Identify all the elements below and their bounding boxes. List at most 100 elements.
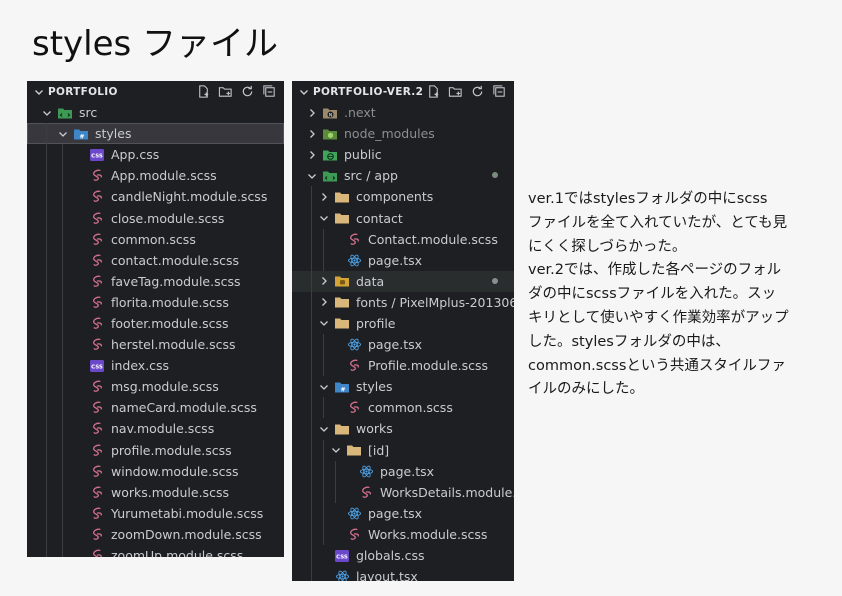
new-file-icon[interactable] xyxy=(196,84,211,99)
file-row[interactable]: nav.module.scss xyxy=(27,418,284,440)
file-row[interactable]: works.module.scss xyxy=(27,481,284,503)
item-label: node_modules xyxy=(344,126,435,142)
file-row[interactable]: common.scss xyxy=(292,397,514,419)
chevron-right-icon[interactable] xyxy=(318,275,330,287)
folder-row[interactable]: components xyxy=(292,186,514,208)
file-row[interactable]: zoomUp.module.scss xyxy=(27,544,284,557)
file-row[interactable]: CSS App.css xyxy=(27,144,284,166)
folder-row[interactable]: node_modules xyxy=(292,123,514,144)
file-row[interactable]: page.tsx xyxy=(292,460,514,482)
file-row[interactable]: common.scss xyxy=(27,228,284,250)
spacer xyxy=(330,254,342,266)
folder-row[interactable]: # styles xyxy=(27,123,284,145)
file-row[interactable]: window.module.scss xyxy=(27,460,284,482)
file-row[interactable]: App.module.scss xyxy=(27,165,284,187)
chevron-right-icon[interactable] xyxy=(306,107,318,119)
item-label: window.module.scss xyxy=(111,463,239,479)
file-row[interactable]: contact.module.scss xyxy=(27,249,284,271)
folder-row[interactable]: fonts / PixelMplus-201306... xyxy=(292,291,514,313)
file-row[interactable]: Contact.module.scss xyxy=(292,228,514,250)
chevron-down-icon[interactable] xyxy=(57,128,69,140)
react-icon xyxy=(358,463,374,479)
chevron-down-icon[interactable] xyxy=(318,381,330,393)
spacer xyxy=(330,507,342,519)
folder-row[interactable]: public xyxy=(292,144,514,165)
indent-guide xyxy=(323,249,324,271)
indent-guide xyxy=(62,376,63,398)
file-row[interactable]: CSS index.css xyxy=(27,355,284,377)
file-row[interactable]: close.module.scss xyxy=(27,207,284,229)
chevron-down-icon[interactable] xyxy=(306,170,318,182)
folder-row[interactable]: [id] xyxy=(292,439,514,461)
file-row[interactable]: herstel.module.scss xyxy=(27,334,284,356)
spacer xyxy=(73,423,85,435)
node-modules-folder-icon xyxy=(322,126,338,142)
file-row[interactable]: CSS globals.css xyxy=(292,544,514,567)
spacer xyxy=(330,528,342,540)
chevron-down-icon[interactable] xyxy=(318,317,330,329)
folder-row[interactable]: works xyxy=(292,418,514,440)
file-row[interactable]: Works.module.scss xyxy=(292,523,514,545)
file-row[interactable]: msg.module.scss xyxy=(27,376,284,398)
collapse-all-icon[interactable] xyxy=(492,84,507,99)
chevron-right-icon[interactable] xyxy=(318,296,330,308)
indent-guide xyxy=(46,544,47,557)
file-row[interactable]: profile.module.scss xyxy=(27,439,284,461)
explorer-header[interactable]: PORTFOLIO xyxy=(27,81,284,102)
file-row[interactable]: footer.module.scss xyxy=(27,312,284,335)
collapse-all-icon[interactable] xyxy=(262,84,277,99)
chevron-down-icon[interactable] xyxy=(298,86,310,98)
file-row[interactable]: WorksDetails.module.s... xyxy=(292,481,514,503)
file-row[interactable]: candleNight.module.scss xyxy=(27,186,284,208)
file-row[interactable]: faveTag.module.scss xyxy=(27,270,284,292)
file-row[interactable]: zoomDown.module.scss xyxy=(27,523,284,545)
folder-row[interactable]: # styles xyxy=(292,376,514,398)
file-row[interactable]: florita.module.scss xyxy=(27,291,284,313)
chevron-down-icon[interactable] xyxy=(33,86,45,98)
indent-guide xyxy=(62,144,63,166)
react-icon xyxy=(346,337,362,353)
file-row[interactable]: page.tsx xyxy=(292,249,514,271)
file-row[interactable]: layout.tsx xyxy=(292,566,514,581)
folder-row[interactable]: src xyxy=(27,102,284,123)
chevron-down-icon[interactable] xyxy=(41,107,53,119)
indent-guide xyxy=(46,291,47,313)
indent-guide xyxy=(46,228,47,250)
indent-guide xyxy=(62,249,63,271)
item-label: src / app xyxy=(344,168,398,184)
chevron-down-icon[interactable] xyxy=(318,423,330,435)
chevron-right-icon[interactable] xyxy=(306,128,318,140)
description-line: ver.2では、作成した各ページのフォル xyxy=(528,262,782,279)
page-title: styles ファイル xyxy=(32,24,279,64)
file-row[interactable]: nameCard.module.scss xyxy=(27,397,284,419)
folder-row[interactable]: src / app xyxy=(292,165,514,186)
indent-guide xyxy=(323,397,324,419)
chevron-down-icon[interactable] xyxy=(330,444,342,456)
file-row[interactable]: Yurumetabi.module.scss xyxy=(27,502,284,524)
file-row[interactable]: page.tsx xyxy=(292,334,514,356)
chevron-right-icon[interactable] xyxy=(306,149,318,161)
spacer xyxy=(318,550,330,562)
chevron-down-icon[interactable] xyxy=(318,212,330,224)
react-icon xyxy=(334,569,350,581)
css-icon: CSS xyxy=(89,358,105,374)
item-label: common.scss xyxy=(368,400,453,416)
new-folder-icon[interactable] xyxy=(218,84,233,99)
new-file-icon[interactable] xyxy=(426,84,441,99)
chevron-right-icon[interactable] xyxy=(318,191,330,203)
indent-guide xyxy=(311,523,312,545)
new-folder-icon[interactable] xyxy=(448,84,463,99)
folder-row[interactable]: data xyxy=(292,270,514,292)
explorer-header[interactable]: PORTFOLIO-VER.2 xyxy=(292,81,514,102)
item-label: common.scss xyxy=(111,231,196,247)
explorer-panel-portfolio-ver2[interactable]: PORTFOLIO-VER.2 N .next node_modulespublic… xyxy=(292,81,514,581)
folder-row[interactable]: profile xyxy=(292,312,514,335)
explorer-panel-portfolio[interactable]: PORTFOLIO src # styles CSS App.css App.module… xyxy=(27,81,284,557)
file-row[interactable]: page.tsx xyxy=(292,502,514,524)
folder-icon xyxy=(334,315,350,331)
refresh-icon[interactable] xyxy=(240,84,255,99)
folder-row[interactable]: contact xyxy=(292,207,514,229)
file-row[interactable]: Profile.module.scss xyxy=(292,355,514,377)
refresh-icon[interactable] xyxy=(470,84,485,99)
folder-row[interactable]: N .next xyxy=(292,102,514,123)
